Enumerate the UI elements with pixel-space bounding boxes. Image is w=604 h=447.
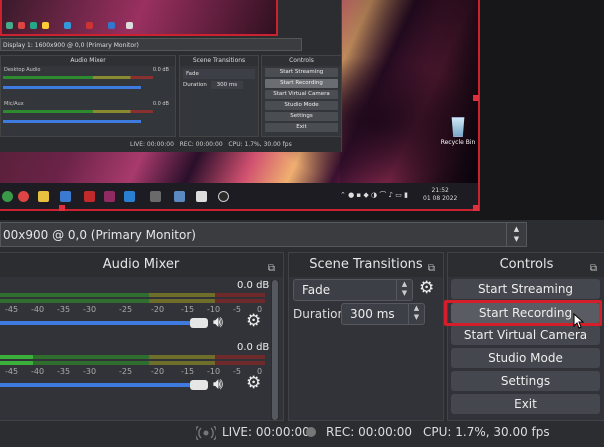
scene-transitions-title: Scene Transitions (309, 257, 423, 272)
meter-green (0, 299, 149, 303)
speaker-icon[interactable]: 🔊︎ (213, 312, 223, 332)
meter-ticks: -45 -40 -35 -30 -25 -20 -15 -10 -5 0 (0, 367, 265, 377)
tick-label: -15 (181, 367, 195, 376)
level-meter (0, 361, 265, 365)
controls-title: Controls (499, 257, 554, 272)
tick-label: -30 (83, 367, 97, 376)
meter-green-active (0, 361, 33, 365)
tick-label: -20 (151, 367, 165, 376)
tick-label: -25 (119, 305, 133, 314)
volume-slider-handle[interactable] (190, 380, 208, 390)
exit-button[interactable]: Exit (451, 394, 600, 414)
studio-mode-button[interactable]: Studio Mode (451, 348, 600, 368)
channel-db-label: 0.0 dB (237, 280, 270, 291)
meter-yellow (149, 361, 215, 365)
level-meter (0, 299, 265, 303)
scene-transitions-dock: Scene Transitions ⧉ Fade ▲ ▼ ⚙ Duration 3… (288, 252, 444, 421)
channel-db-label: 0.0 dB (237, 342, 270, 353)
level-meter (0, 355, 265, 359)
meter-red (215, 293, 265, 297)
gear-icon[interactable]: ⚙ (246, 373, 261, 393)
display-select[interactable]: 00x900 @ 0,0 (Primary Monitor) ▲ ▼ (0, 222, 527, 247)
duration-spinbox[interactable]: 300 ms ▲ ▼ (341, 303, 425, 325)
volume-slider[interactable] (0, 321, 191, 325)
gear-icon[interactable]: ⚙ (246, 311, 261, 331)
audio-mixer-title: Audio Mixer (102, 257, 180, 272)
tick-label: -35 (57, 305, 71, 314)
source-bounding-box[interactable] (0, 0, 480, 211)
mouse-pointer-icon (573, 313, 585, 329)
start-streaming-button[interactable]: Start Streaming (451, 279, 600, 299)
resize-handle[interactable] (473, 205, 479, 211)
meter-green (33, 361, 149, 365)
resize-handle[interactable] (59, 205, 65, 211)
broadcast-icon (196, 426, 216, 440)
mixer-scrollbar[interactable] (271, 280, 279, 420)
audio-mixer-dock: Audio Mixer ⧉ 0.0 dB -45 -40 -35 -30 -25… (0, 252, 284, 421)
tick-label: -20 (151, 305, 165, 314)
undock-icon[interactable]: ⧉ (590, 257, 597, 281)
level-meter (0, 293, 265, 297)
tick-label: -40 (31, 305, 45, 314)
settings-button[interactable]: Settings (451, 371, 600, 391)
rec-timer: REC: 00:00:00 (326, 425, 413, 439)
volume-slider-handle[interactable] (190, 318, 208, 328)
tick-label: -45 (5, 367, 19, 376)
undock-icon[interactable]: ⧉ (268, 257, 275, 281)
duration-value: 300 ms (350, 307, 395, 321)
meter-ticks: -45 -40 -35 -30 -25 -20 -15 -10 -5 0 (0, 305, 265, 315)
meter-yellow (149, 299, 215, 303)
tick-label: -5 (233, 367, 241, 376)
record-indicator-icon (306, 427, 316, 437)
meter-red (215, 299, 265, 303)
volume-slider[interactable] (0, 383, 191, 387)
mixer-scrollbar-thumb[interactable] (272, 280, 278, 420)
meter-green (33, 355, 149, 359)
chevron-updown-icon[interactable]: ▲ ▼ (408, 304, 424, 324)
tick-label: -5 (233, 305, 241, 314)
duration-label: Duration (293, 307, 346, 321)
transition-select[interactable]: Fade ▲ ▼ (293, 279, 413, 301)
meter-green (0, 293, 149, 297)
display-select-value: 00x900 @ 0,0 (Primary Monitor) (3, 228, 196, 242)
gear-icon[interactable]: ⚙ (419, 278, 434, 298)
status-bar: LIVE: 00:00:00 REC: 00:00:00 CPU: 1.7%, … (0, 421, 604, 447)
tick-label: -40 (31, 367, 45, 376)
chevron-updown-icon[interactable]: ▲ ▼ (506, 223, 526, 246)
meter-red (215, 361, 265, 365)
tick-label: -30 (83, 305, 97, 314)
tick-label: -15 (181, 305, 195, 314)
tick-label: -25 (119, 367, 133, 376)
live-timer: LIVE: 00:00:00 (222, 425, 310, 439)
cpu-fps: CPU: 1.7%, 30.00 fps (423, 425, 550, 439)
tick-label: -35 (57, 367, 71, 376)
meter-green-active (0, 355, 33, 359)
resize-handle[interactable] (473, 95, 479, 101)
tick-label: -45 (5, 305, 19, 314)
meter-yellow (149, 293, 215, 297)
transition-select-value: Fade (302, 283, 331, 297)
chevron-updown-icon[interactable]: ▲ ▼ (396, 280, 412, 300)
meter-yellow (149, 355, 215, 359)
speaker-icon[interactable]: 🔊︎ (213, 374, 223, 394)
preview-canvas[interactable]: Display 1: 1600x900 @ 0,0 (Primary Monit… (0, 0, 604, 220)
meter-red (215, 355, 265, 359)
